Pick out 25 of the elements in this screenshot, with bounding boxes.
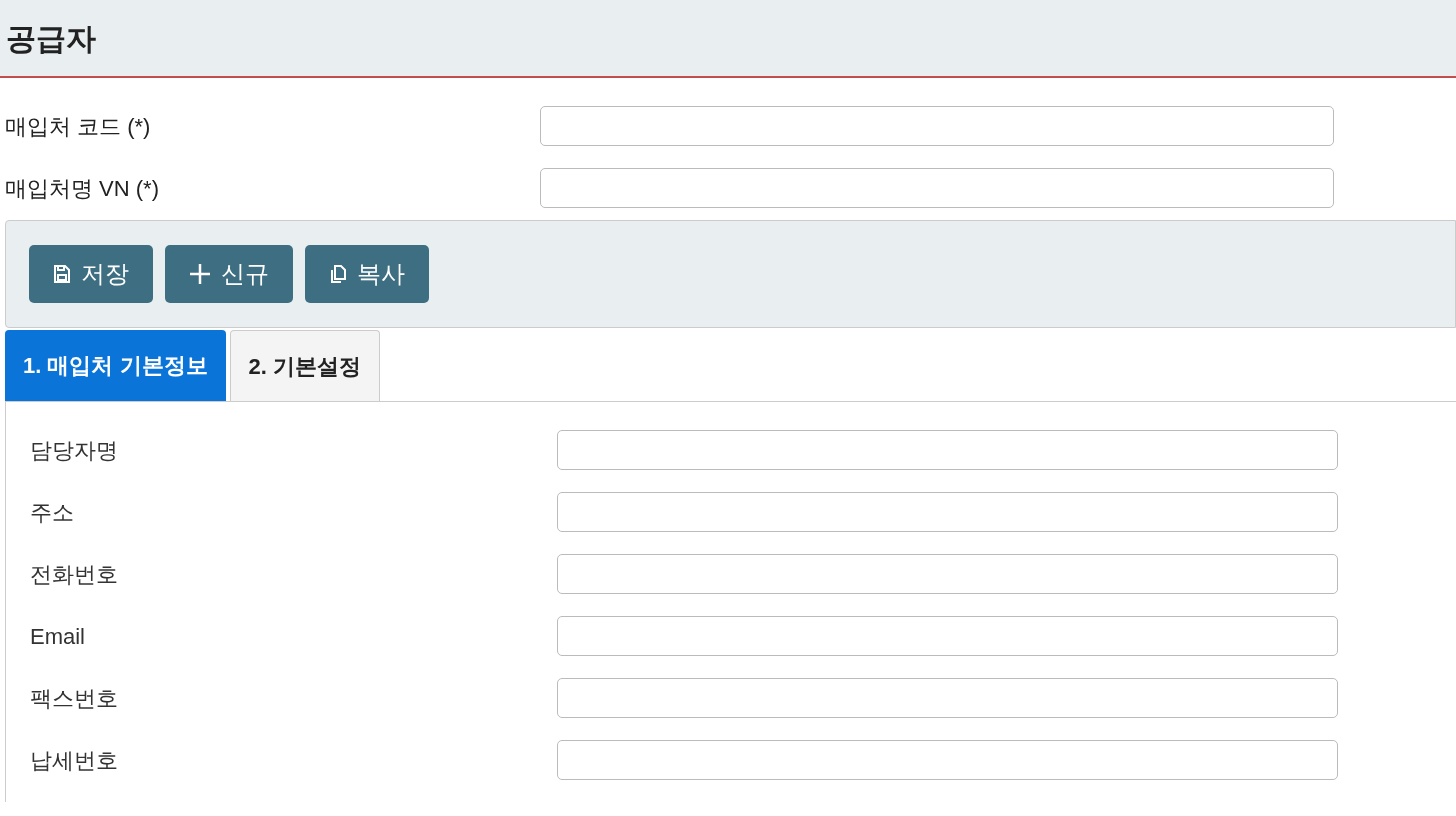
save-button[interactable]: 저장 xyxy=(29,245,153,303)
copy-button[interactable]: 복사 xyxy=(305,245,429,303)
input-field[interactable] xyxy=(557,430,1338,470)
tab[interactable]: 1. 매입처 기본정보 xyxy=(5,330,226,401)
copy-icon xyxy=(329,264,347,284)
input-field[interactable] xyxy=(557,678,1338,718)
new-button[interactable]: 신규 xyxy=(165,245,293,303)
field-label: 전화번호 xyxy=(29,560,119,589)
field-label: Email xyxy=(29,622,86,651)
input-field[interactable] xyxy=(540,168,1334,208)
field-label: 주소 xyxy=(29,498,75,527)
save-icon xyxy=(53,264,71,284)
input-field[interactable] xyxy=(540,106,1334,146)
input-field[interactable] xyxy=(557,554,1338,594)
tab[interactable]: 2. 기본설정 xyxy=(229,330,381,401)
field-label: 납세번호 xyxy=(29,746,119,775)
page-title: 공급자 xyxy=(6,20,96,57)
field-label: 매입처명 VN (*) xyxy=(4,174,160,203)
input-field[interactable] xyxy=(557,492,1338,532)
plus-icon xyxy=(189,263,211,285)
field-label: 팩스번호 xyxy=(29,684,119,713)
field-label: 매입처 코드 (*) xyxy=(4,112,152,141)
input-field[interactable] xyxy=(557,740,1338,780)
input-field[interactable] xyxy=(557,616,1338,656)
field-label: 담당자명 xyxy=(29,436,119,465)
